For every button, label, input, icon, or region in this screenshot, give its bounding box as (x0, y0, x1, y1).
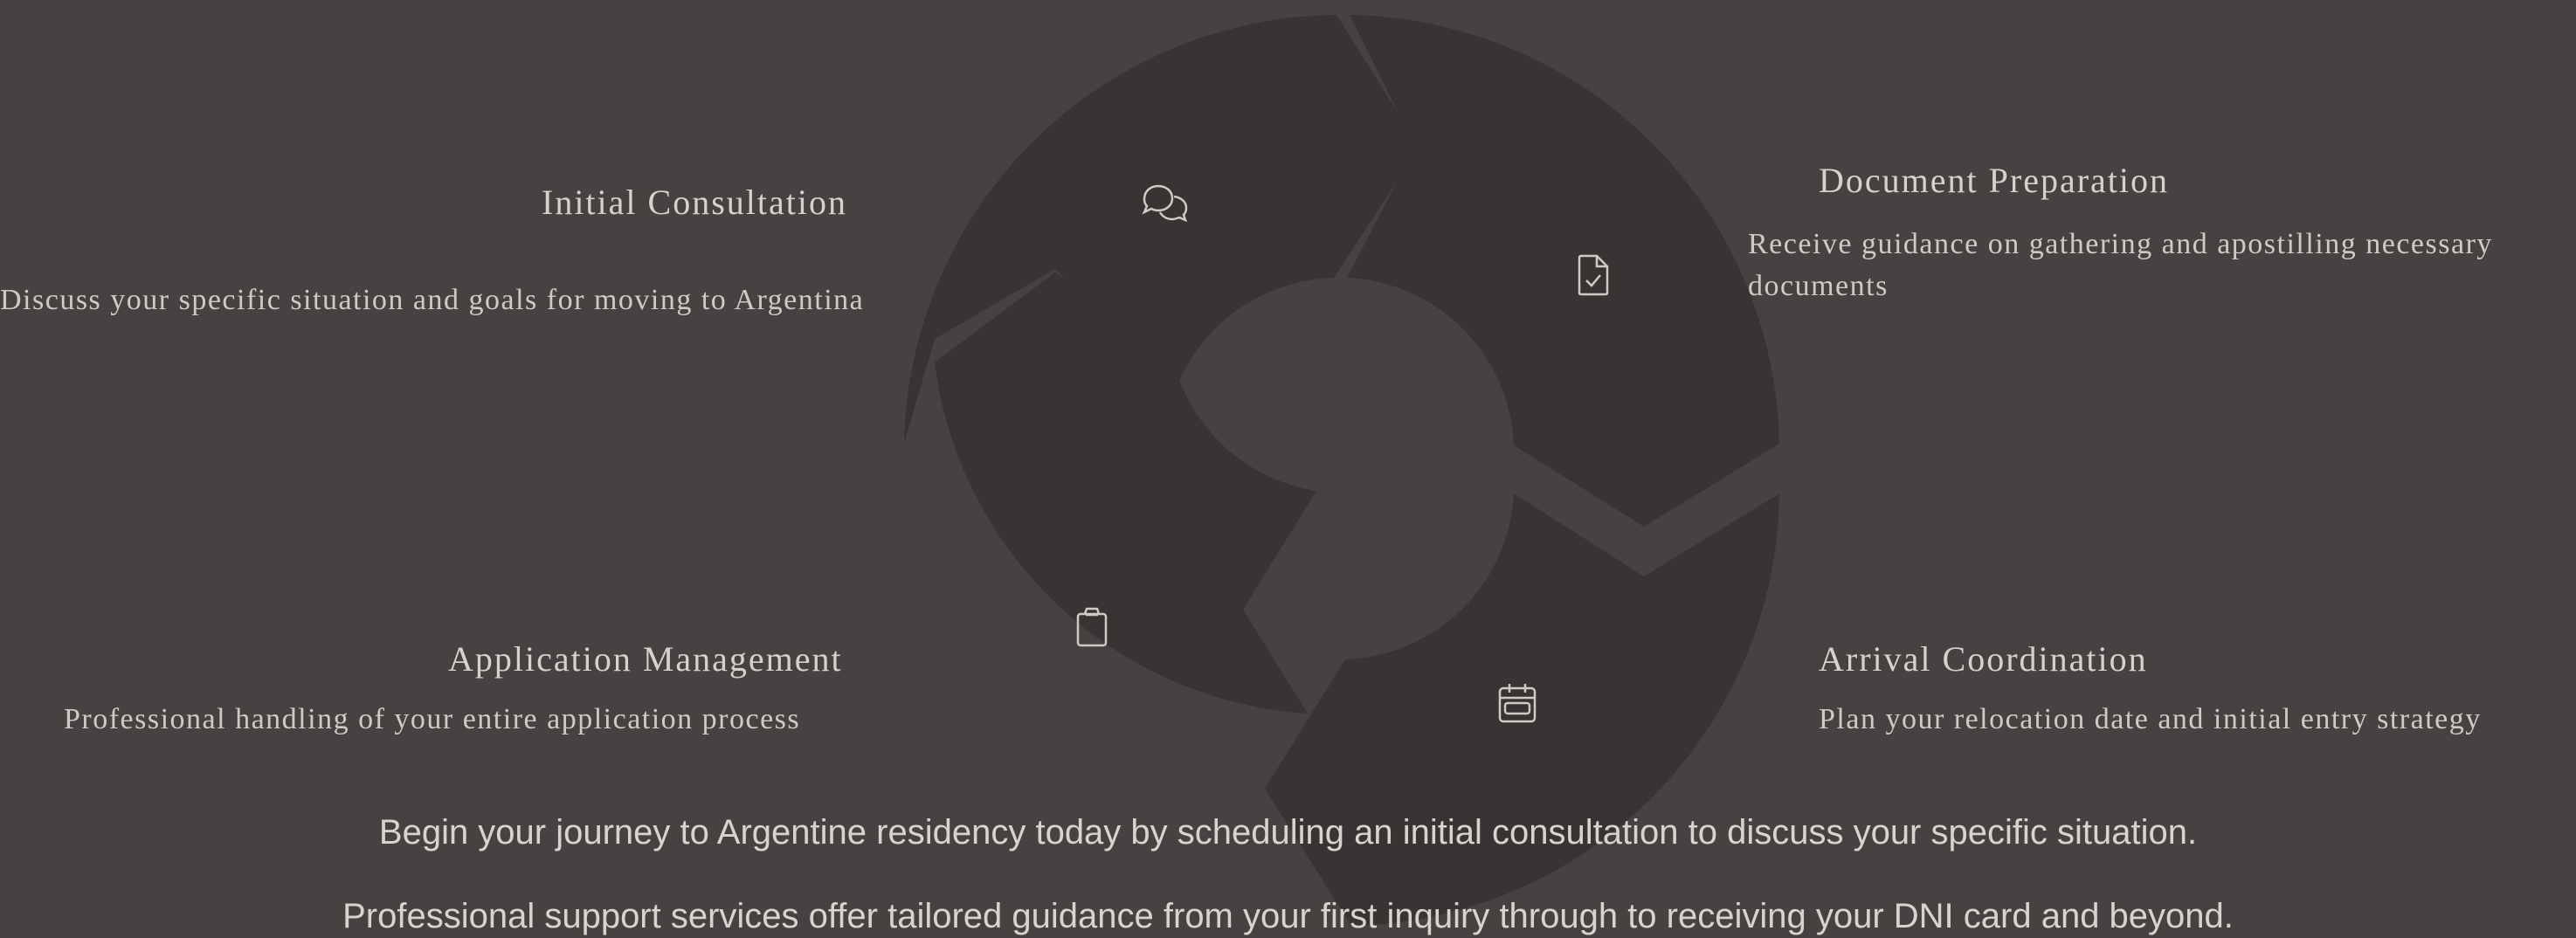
document-check-icon (1578, 254, 1609, 296)
step-desc-documents: Receive guidance on gathering and aposti… (1748, 228, 2493, 302)
chat-bubbles-icon (1142, 184, 1188, 223)
cta-line-2: Professional support services offer tail… (342, 897, 2234, 935)
clipboard-icon (1076, 607, 1108, 647)
step-title-arrival: Arrival Coordination (1819, 639, 2148, 679)
step-desc-consultation: Discuss your specific situation and goal… (0, 284, 865, 316)
cta-line-1: Begin your journey to Argentine residenc… (378, 813, 2198, 852)
step-desc-arrival: Plan your relocation date and initial en… (1819, 703, 2482, 735)
step-title-application: Application Management (448, 639, 843, 679)
cycle-segment-application (935, 272, 1316, 714)
process-cycle-diagram (904, 15, 1779, 926)
cycle-segment-documents (1347, 15, 1779, 527)
step-title-documents: Document Preparation (1819, 161, 2169, 200)
step-title-consultation: Initial Consultation (542, 183, 847, 222)
calendar-icon (1498, 684, 1537, 723)
step-desc-application: Professional handling of your entire app… (64, 703, 801, 735)
